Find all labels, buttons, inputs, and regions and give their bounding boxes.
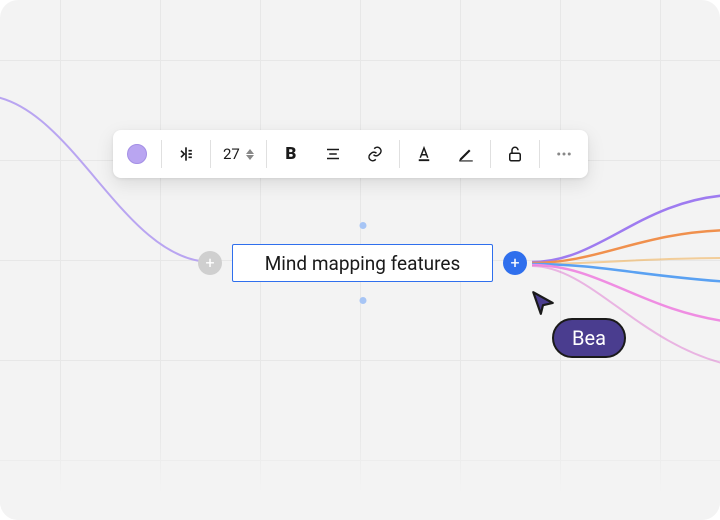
collaborator-cursor: Bea [530, 290, 556, 320]
unlock-icon [506, 145, 524, 163]
font-size-stepper[interactable]: 27 [215, 134, 262, 174]
link-icon [366, 145, 384, 163]
font-size-value: 27 [223, 145, 240, 163]
canvas[interactable]: 27 B [0, 0, 720, 520]
text-align-icon [324, 145, 342, 163]
mindmap-node[interactable]: Mind mapping features + + [232, 244, 493, 282]
pencil-icon [457, 145, 475, 163]
separator [210, 140, 211, 168]
text-color-icon [415, 145, 433, 163]
separator [490, 140, 491, 168]
selection-handle-top[interactable] [359, 222, 366, 229]
separator [161, 140, 162, 168]
separator [266, 140, 267, 168]
bold-button[interactable]: B [271, 134, 311, 174]
collaborator-label: Bea [552, 318, 626, 358]
lock-button[interactable] [495, 134, 535, 174]
decrease-font-icon[interactable] [246, 155, 254, 160]
plus-icon: + [205, 255, 214, 271]
add-child-left-button[interactable]: + [198, 251, 222, 275]
align-node-icon [176, 144, 196, 164]
stepper-arrows [246, 149, 254, 160]
color-swatch-icon [127, 144, 147, 164]
selection-handle-bottom[interactable] [359, 297, 366, 304]
text-align-button[interactable] [313, 134, 353, 174]
increase-font-icon[interactable] [246, 149, 254, 154]
plus-icon: + [510, 255, 519, 271]
add-child-right-button[interactable]: + [503, 251, 527, 275]
cursor-icon [530, 290, 556, 316]
formatting-toolbar: 27 B [113, 130, 588, 178]
node-color-button[interactable] [117, 134, 157, 174]
bold-icon: B [285, 144, 296, 164]
separator [399, 140, 400, 168]
edit-button[interactable] [446, 134, 486, 174]
separator [539, 140, 540, 168]
align-node-button[interactable] [166, 134, 206, 174]
node-text: Mind mapping features [265, 252, 461, 275]
link-button[interactable] [355, 134, 395, 174]
more-icon [555, 145, 573, 163]
more-button[interactable] [544, 134, 584, 174]
text-color-button[interactable] [404, 134, 444, 174]
